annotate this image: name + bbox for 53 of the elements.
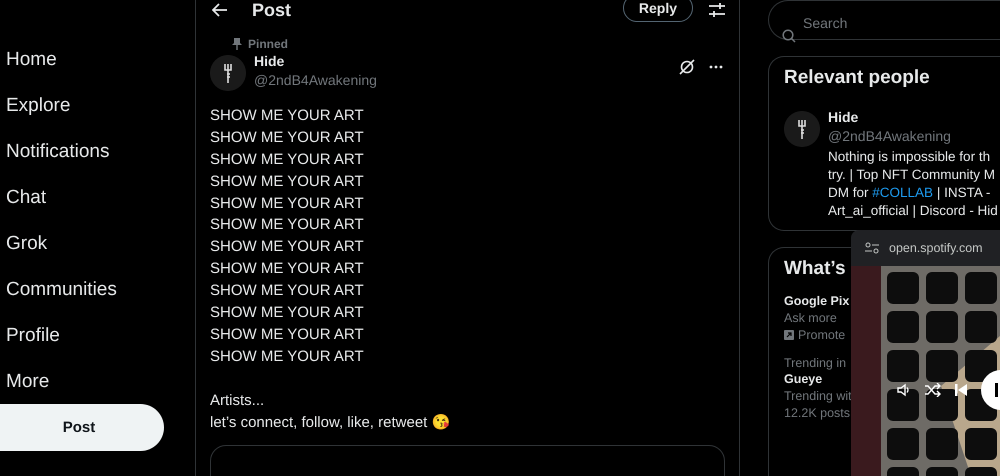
shuffle-icon[interactable] — [925, 383, 941, 397]
bio-text: Nothing is impossible for th try. | Top NFT Community M DM for #COLLAB | INSTA - Art_ai_official | Discord - Hid — [828, 148, 999, 220]
nav-item[interactable]: Home — [0, 46, 57, 92]
post-text-line: SHOW ME YOUR ART — [210, 324, 364, 345]
trend-name[interactable]: Google Pix — [784, 294, 850, 308]
nav-item[interactable]: Communities — [0, 276, 117, 322]
nav-item[interactable]: Profile — [0, 322, 60, 368]
pin-icon — [232, 38, 242, 50]
search-icon — [782, 29, 796, 43]
nav-item[interactable]: Chat — [0, 184, 46, 230]
post-text-line: SHOW ME YOUR ART — [210, 346, 364, 367]
trend-detail: Trending wit — [784, 389, 852, 403]
person-name[interactable]: Hide — [828, 109, 858, 125]
nav-item[interactable]: Notifications — [0, 138, 110, 184]
person-handle[interactable]: @2ndB4Awakening — [828, 128, 951, 144]
nav-item[interactable]: Explore — [0, 92, 70, 138]
post-count: 12.2K posts — [784, 406, 850, 420]
card-title: Relevant people — [784, 67, 930, 89]
post-text-line: let’s connect, follow, like, retweet 😘 — [210, 412, 450, 433]
back-icon[interactable] — [212, 3, 228, 17]
sliders-icon[interactable] — [709, 2, 725, 18]
post-text-line: SHOW ME YOUR ART — [210, 237, 364, 258]
post-text-line: SHOW ME YOUR ART — [210, 106, 364, 126]
previous-icon[interactable] — [955, 384, 967, 396]
promoted-label: Promote — [798, 328, 846, 342]
search-field[interactable]: Search — [768, 0, 1000, 40]
post-text-line: Artists... — [210, 390, 264, 411]
post-text-line: SHOW ME YOUR ART — [210, 303, 364, 324]
post-text-line: SHOW ME YOUR ART — [210, 281, 364, 302]
author-name[interactable]: Hide — [254, 53, 284, 69]
post-text-line: SHOW ME YOUR ART — [210, 194, 364, 214]
hashtag-link[interactable]: #COLLAB — [872, 185, 934, 200]
trend-context: Trending in — [784, 356, 846, 370]
trend-detail: Ask more — [784, 311, 837, 325]
author-handle[interactable]: @2ndB4Awakening — [254, 72, 377, 88]
post-text-line: SHOW ME YOUR ART — [210, 150, 364, 170]
nav-item[interactable]: Grok — [0, 230, 48, 276]
post-text-line: SHOW ME YOUR ART — [210, 172, 364, 192]
post-text-line: SHOW ME YOUR ART — [210, 215, 364, 236]
site-settings-icon[interactable] — [865, 242, 879, 254]
post-button[interactable]: Post — [0, 404, 164, 451]
trend-name[interactable]: Gueye — [784, 372, 822, 386]
grok-icon[interactable] — [679, 59, 695, 75]
pinned-label: Pinned — [248, 37, 288, 51]
page-title: Post — [252, 0, 292, 20]
post-text-line: SHOW ME YOUR ART — [210, 128, 364, 148]
card-title: What’s — [784, 258, 846, 280]
promoted-icon — [784, 330, 794, 340]
player-url: open.spotify.com — [889, 241, 983, 255]
reply-button[interactable]: Reply — [622, 0, 693, 22]
more-icon[interactable] — [709, 65, 723, 69]
volume-icon[interactable] — [897, 383, 911, 397]
post-text-line: SHOW ME YOUR ART — [210, 259, 364, 280]
